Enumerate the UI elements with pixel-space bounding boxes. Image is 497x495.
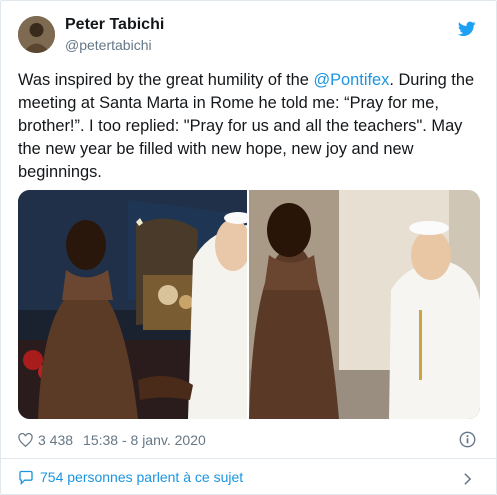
tweet-card[interactable]: Peter Tabichi @petertabichi Was inspired… (0, 0, 497, 495)
tweet-text: Was inspired by the great humility of th… (18, 69, 480, 184)
info-icon[interactable] (459, 431, 476, 448)
tweet-footer: 3 438 15:38 - 8 janv. 2020 (18, 430, 206, 450)
tweet-text-part1: Was inspired by the great humility of th… (18, 71, 314, 89)
footer-divider (1, 458, 496, 459)
twitter-bird-icon[interactable] (458, 21, 476, 37)
author-handle[interactable]: @petertabichi (65, 37, 152, 53)
mention-link[interactable]: @Pontifex (313, 71, 389, 89)
speech-bubble-icon (19, 470, 33, 485)
conversation-text[interactable]: 754 personnes parlent à ce sujet (40, 469, 243, 485)
conversation-link[interactable]: 754 personnes parlent à ce sujet (18, 469, 243, 485)
tweet-media[interactable] (18, 190, 480, 419)
heart-icon[interactable] (18, 433, 33, 447)
author-avatar[interactable] (18, 16, 55, 53)
photo-handshake-nativity[interactable] (18, 190, 247, 419)
like-count[interactable]: 3 438 (38, 432, 73, 448)
photo-friar-and-pope[interactable] (249, 190, 480, 419)
chevron-right-icon[interactable] (463, 472, 472, 486)
tweet-timestamp[interactable]: 15:38 - 8 janv. 2020 (83, 432, 206, 448)
author-name[interactable]: Peter Tabichi (65, 16, 164, 34)
